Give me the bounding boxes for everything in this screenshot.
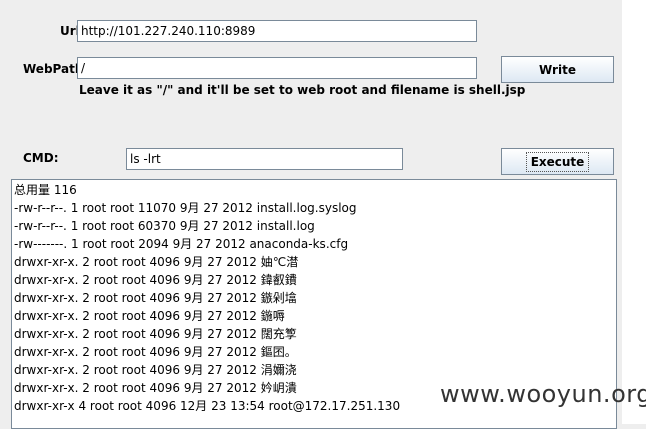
output-line: -rw-r--r--. 1 root root 60370 9月 27 2012… — [14, 219, 315, 233]
right-edge-strip — [622, 0, 646, 424]
output-line: -rw-------. 1 root root 2094 9月 27 2012 … — [14, 237, 349, 251]
output-line: drwxr-xr-x. 2 root root 4096 9月 27 2012 … — [14, 291, 297, 305]
webpath-input[interactable]: / — [77, 57, 477, 79]
output-line: drwxr-xr-x. 2 root root 4096 9月 27 2012 … — [14, 327, 297, 341]
url-input[interactable]: http://101.227.240.110:8989 — [77, 20, 477, 42]
write-button[interactable]: Write — [501, 56, 614, 83]
output-line: drwxr-xr-x. 2 root root 4096 9月 27 2012 … — [14, 345, 297, 359]
cmd-label: CMD: — [23, 151, 59, 165]
output-line: 总用量 116 — [14, 183, 77, 197]
output-line: drwxr-xr-x. 2 root root 4096 9月 27 2012 … — [14, 363, 297, 377]
execute-button-label: Execute — [525, 151, 590, 172]
write-button-label: Write — [539, 62, 576, 77]
output-line: drwxr-xr-x. 2 root root 4096 9月 27 2012 … — [14, 309, 285, 323]
output-line: drwxr-xr-x. 2 root root 4096 9月 27 2012 … — [14, 255, 299, 269]
webpath-hint: Leave it as "/" and it'll be set to web … — [79, 83, 526, 97]
watermark-text: www.wooyun.org — [440, 380, 646, 408]
output-line: drwxr-xr-x. 2 root root 4096 9月 27 2012 … — [14, 273, 297, 287]
cmd-input[interactable]: ls -lrt — [126, 148, 403, 170]
execute-button[interactable]: Execute — [501, 148, 614, 175]
output-line: -rw-r--r--. 1 root root 11070 9月 27 2012… — [14, 201, 357, 215]
